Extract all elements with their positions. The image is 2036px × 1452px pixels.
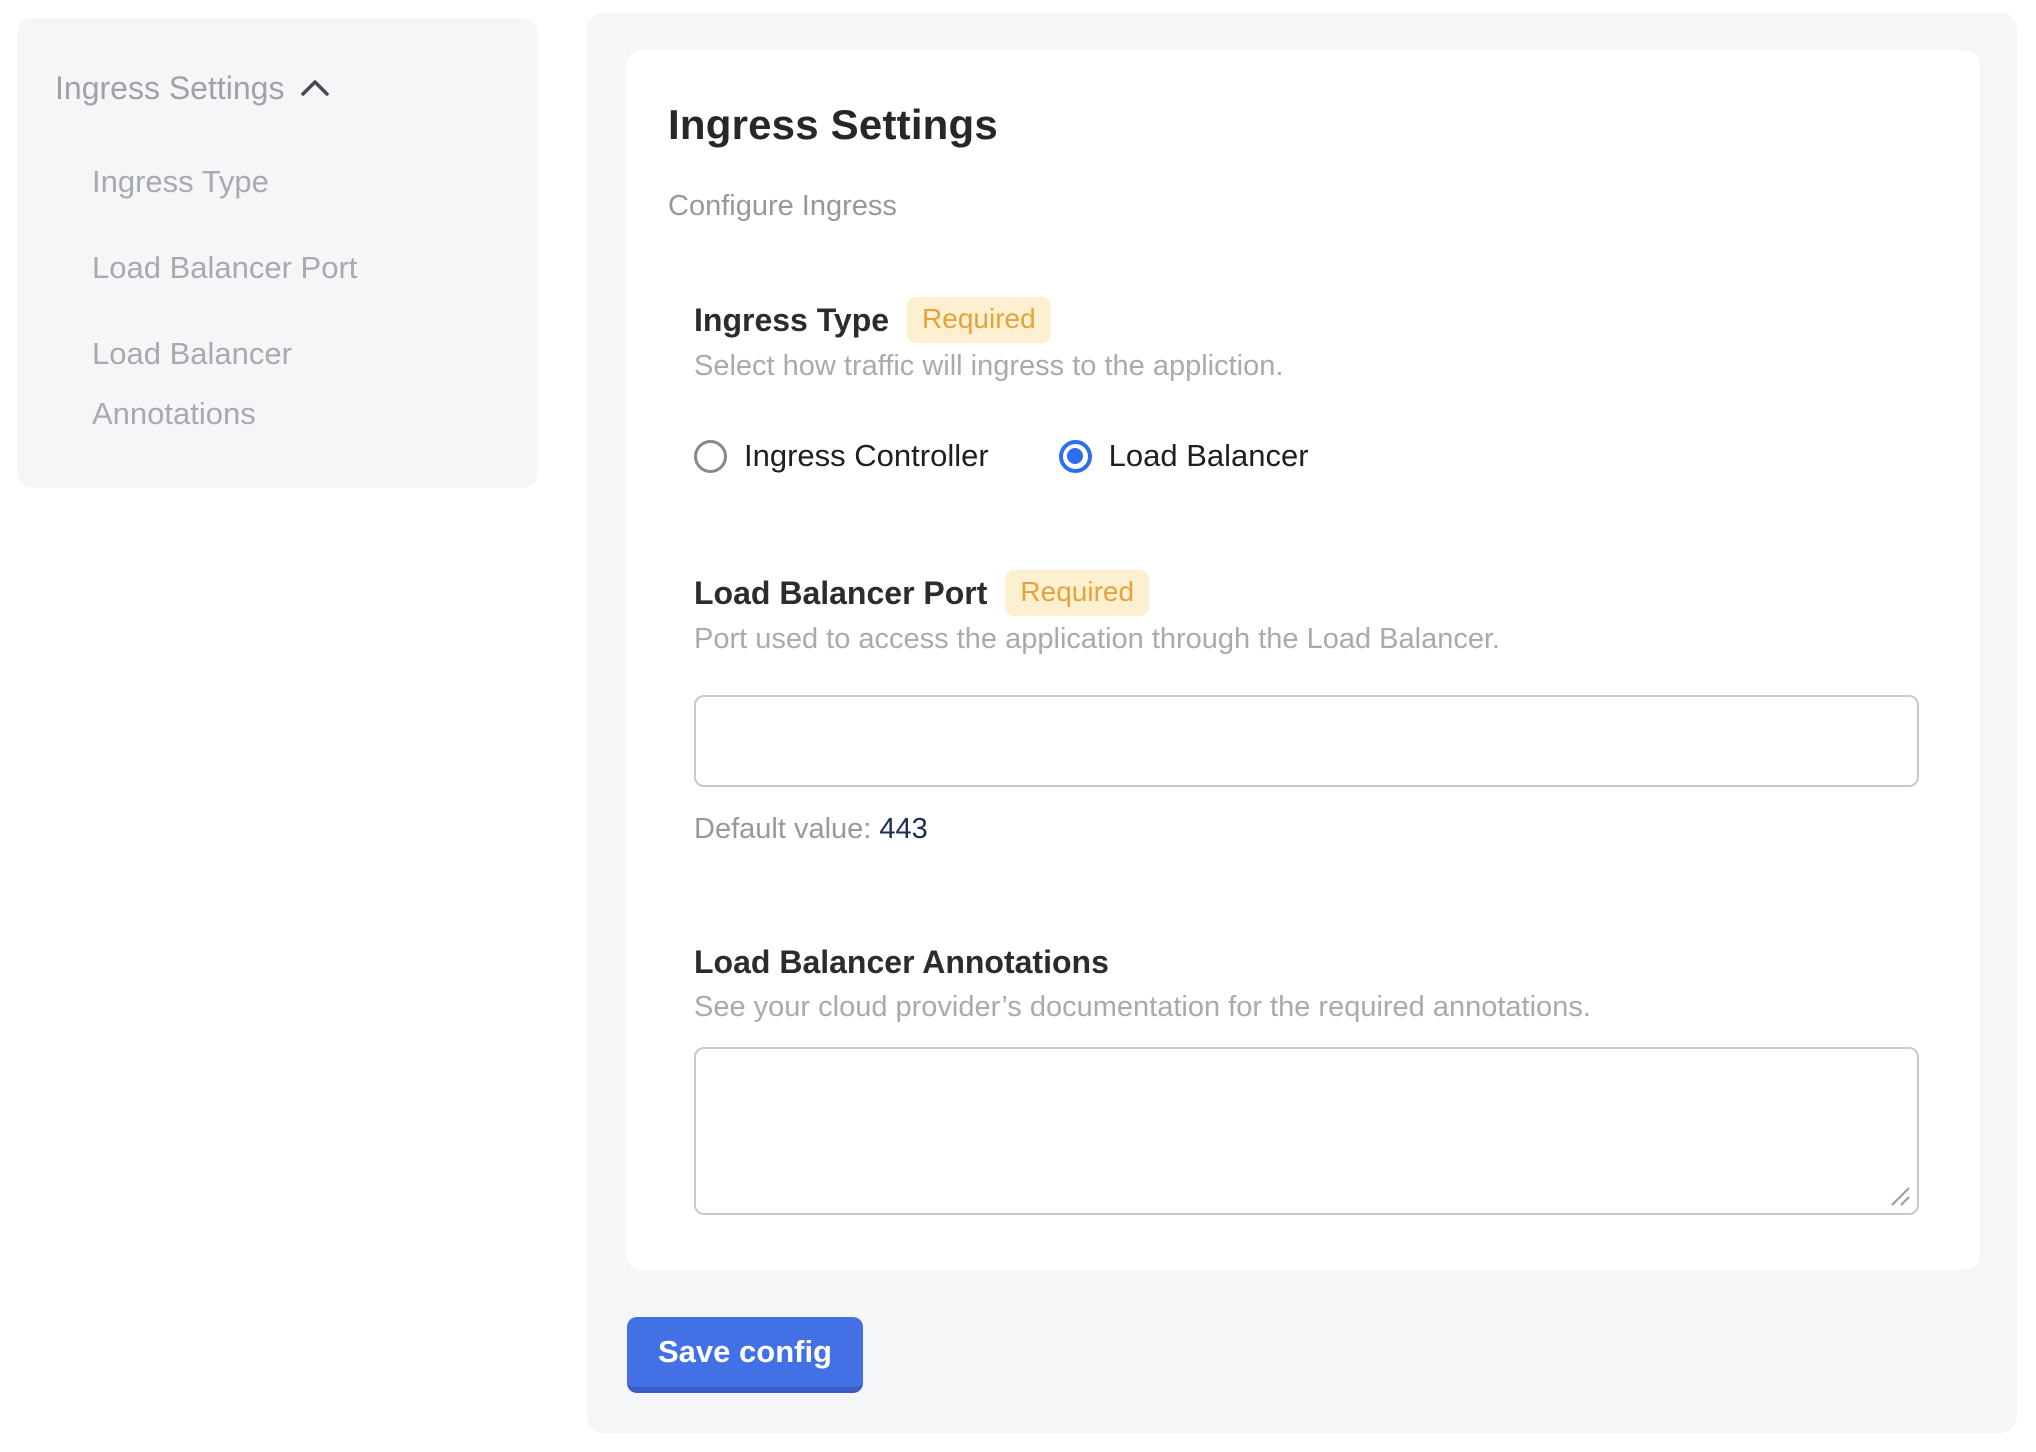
load-balancer-annotations-section: Load Balancer Annotations See your cloud… bbox=[694, 940, 1920, 1215]
radio-option-ingress-controller[interactable]: Ingress Controller bbox=[694, 438, 989, 474]
ingress-type-label: Ingress Type bbox=[694, 298, 889, 342]
load-balancer-port-description: Port used to access the application thro… bbox=[694, 623, 1920, 655]
radio-label-load-balancer: Load Balancer bbox=[1109, 438, 1309, 474]
page-subtitle: Configure Ingress bbox=[668, 191, 1920, 221]
default-value-helper: Default value:443 bbox=[694, 813, 1920, 846]
required-badge: Required bbox=[907, 297, 1051, 343]
radio-label-ingress-controller: Ingress Controller bbox=[744, 438, 989, 474]
ingress-type-radio-group: Ingress Controller Load Balancer bbox=[694, 438, 1920, 474]
load-balancer-port-section: Load Balancer Port Required Port used to… bbox=[694, 570, 1920, 846]
settings-sidebar: Ingress Settings Ingress Type Load Balan… bbox=[17, 18, 538, 488]
default-value: 443 bbox=[879, 813, 927, 845]
sidebar-item-ingress-type[interactable]: Ingress Type bbox=[92, 152, 392, 212]
load-balancer-port-input[interactable] bbox=[694, 695, 1919, 787]
load-balancer-annotations-description: See your cloud provider’s documentation … bbox=[694, 991, 1920, 1023]
page-title: Ingress Settings bbox=[668, 103, 1920, 147]
load-balancer-annotations-label: Load Balancer Annotations bbox=[694, 940, 1109, 984]
sidebar-item-load-balancer-annotations[interactable]: Load Balancer Annotations bbox=[92, 324, 392, 444]
chevron-up-icon bbox=[300, 78, 330, 98]
radio-button-load-balancer[interactable] bbox=[1059, 440, 1092, 473]
sidebar-section-title: Ingress Settings bbox=[55, 68, 284, 108]
save-config-button[interactable]: Save config bbox=[627, 1317, 863, 1393]
load-balancer-port-label: Load Balancer Port bbox=[694, 571, 987, 615]
default-value-label: Default value: bbox=[694, 813, 871, 845]
ingress-type-section: Ingress Type Required Select how traffic… bbox=[694, 297, 1920, 474]
sidebar-item-load-balancer-port[interactable]: Load Balancer Port bbox=[92, 238, 392, 298]
form-sections: Ingress Type Required Select how traffic… bbox=[694, 297, 1920, 1215]
sidebar-section-toggle[interactable]: Ingress Settings bbox=[55, 68, 498, 108]
ingress-type-description: Select how traffic will ingress to the a… bbox=[694, 350, 1920, 382]
radio-option-load-balancer[interactable]: Load Balancer bbox=[1059, 438, 1309, 474]
ingress-settings-card: Ingress Settings Configure Ingress Ingre… bbox=[626, 50, 1980, 1270]
required-badge: Required bbox=[1005, 570, 1149, 616]
radio-button-ingress-controller[interactable] bbox=[694, 440, 727, 473]
load-balancer-annotations-textarea[interactable] bbox=[694, 1047, 1919, 1215]
settings-panel: Ingress Settings Configure Ingress Ingre… bbox=[587, 13, 2017, 1433]
sidebar-item-list: Ingress Type Load Balancer Port Load Bal… bbox=[55, 152, 498, 444]
